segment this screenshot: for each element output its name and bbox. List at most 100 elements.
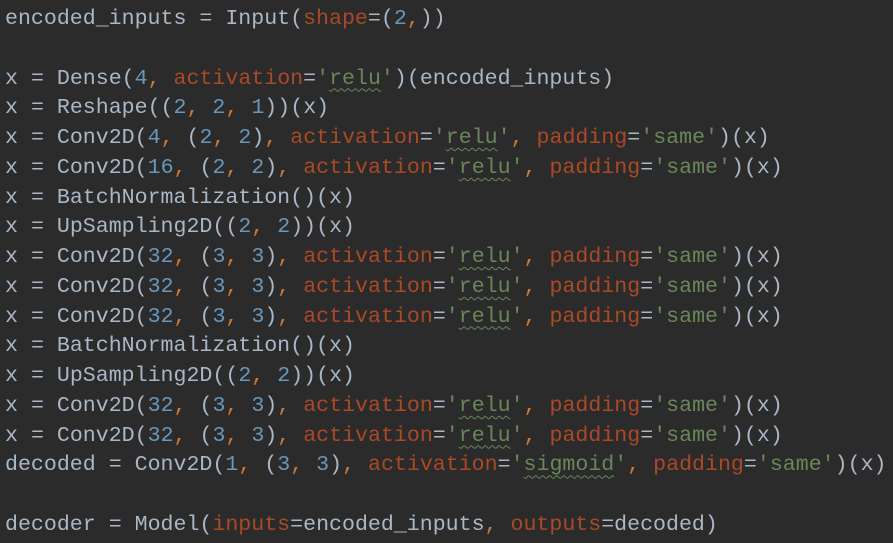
code-token: = (743, 453, 757, 478)
code-line[interactable]: x = BatchNormalization()(x) (5, 332, 893, 362)
code-token: = (432, 423, 446, 448)
comma: , (225, 423, 239, 448)
code-token: = (432, 274, 446, 299)
code-token: )( (393, 66, 420, 91)
code-line[interactable]: x = Conv2D(32, (3, 3), activation='relu'… (5, 303, 893, 333)
comma: , (523, 393, 537, 418)
code-token: ( (121, 66, 135, 91)
code-line[interactable]: x = Conv2D(4, (2, 2), activation='relu',… (5, 124, 893, 154)
keyword-argument: padding (536, 126, 628, 150)
comma: , (523, 245, 537, 269)
code-token: = (303, 66, 317, 91)
code-token: ( (134, 245, 148, 269)
code-token: x (5, 215, 18, 240)
number-literal: 2 (251, 155, 265, 180)
string-literal: 'same' (640, 126, 719, 150)
number-literal: 3 (251, 304, 265, 329)
code-line[interactable]: x = Dense(4, activation='relu')(encoded_… (5, 65, 893, 95)
keyword-argument: activation (368, 453, 498, 478)
code-token: = (627, 126, 641, 150)
code-token: ) (769, 245, 783, 269)
code-token: ( (134, 304, 148, 329)
comma: , (173, 423, 187, 448)
code-token: x (756, 274, 770, 299)
keyword-argument: activation (303, 304, 433, 329)
code-line[interactable]: x = Reshape((2, 2, 1))(x) (5, 94, 893, 124)
code-line[interactable]: decoded = Conv2D(1, (3, 3), activation='… (5, 451, 893, 481)
spellcheck-squiggle: relu (458, 274, 511, 299)
code-line[interactable]: x = BatchNormalization()(x) (5, 184, 893, 214)
code-line[interactable]: x = Conv2D(16, (2, 2), activation='relu'… (5, 154, 893, 184)
code-token: x (756, 304, 770, 329)
code-line[interactable] (5, 35, 893, 65)
number-literal: 3 (212, 393, 226, 418)
code-token: = (640, 393, 654, 418)
comma: , (342, 453, 356, 478)
code-token: = (30, 334, 44, 359)
number-literal: 3 (251, 393, 265, 418)
code-token: x (756, 393, 770, 418)
code-token: x (5, 245, 18, 269)
code-line[interactable]: x = Conv2D(32, (3, 3), activation='relu'… (5, 392, 893, 422)
code-token: ) (769, 155, 783, 180)
code-line[interactable]: x = Conv2D(32, (3, 3), activation='relu'… (5, 422, 893, 452)
keyword-argument: padding (549, 423, 641, 448)
comma: , (173, 393, 187, 418)
code-token: ( (212, 453, 226, 478)
spellcheck-squiggle: relu (458, 393, 511, 418)
code-line[interactable] (5, 481, 893, 511)
code-token: = (432, 393, 446, 418)
code-token: ( (134, 393, 148, 418)
code-line[interactable]: x = Conv2D(32, (3, 3), activation='relu'… (5, 273, 893, 303)
comma: , (277, 423, 291, 448)
string-literal: 'same' (653, 304, 731, 329)
code-token: )( (730, 245, 757, 269)
code-token: ( (199, 393, 213, 418)
code-token: ( (199, 245, 213, 269)
code-line[interactable]: encoded_inputs = Input(shape=(2,)) (5, 5, 893, 35)
code-line[interactable]: x = UpSampling2D((2, 2))(x) (5, 213, 893, 243)
code-line[interactable]: x = UpSampling2D((2, 2))(x) (5, 362, 893, 392)
spellcheck-squiggle: relu (329, 66, 381, 91)
string-literal: 'relu' (445, 393, 524, 418)
code-line[interactable]: x = Conv2D(32, (3, 3), activation='relu'… (5, 243, 893, 273)
comma: , (186, 96, 200, 121)
code-token: = (30, 215, 44, 240)
code-token: ) (769, 304, 783, 329)
number-literal: 32 (147, 245, 174, 269)
code-token: )( (834, 453, 861, 478)
code-line[interactable]: decoder = Model(inputs=encoded_inputs, o… (5, 511, 893, 541)
comma: , (225, 393, 239, 418)
comma: , (225, 155, 239, 180)
number-literal: 2 (173, 96, 187, 121)
keyword-argument: activation (303, 274, 433, 299)
code-token: x (756, 245, 770, 269)
code-token: )) (419, 7, 446, 31)
code-token: = (108, 453, 122, 478)
code-token: = (640, 274, 654, 299)
comma: , (484, 512, 498, 537)
code-token: x (743, 126, 757, 150)
comma: , (290, 453, 304, 478)
code-token: (( (212, 364, 239, 388)
keyword-argument: activation (303, 245, 433, 269)
code-editor[interactable]: encoded_inputs = Input(shape=(2,)) x = De… (0, 0, 893, 541)
code-token: ( (199, 423, 213, 448)
code-token: = (30, 274, 44, 299)
